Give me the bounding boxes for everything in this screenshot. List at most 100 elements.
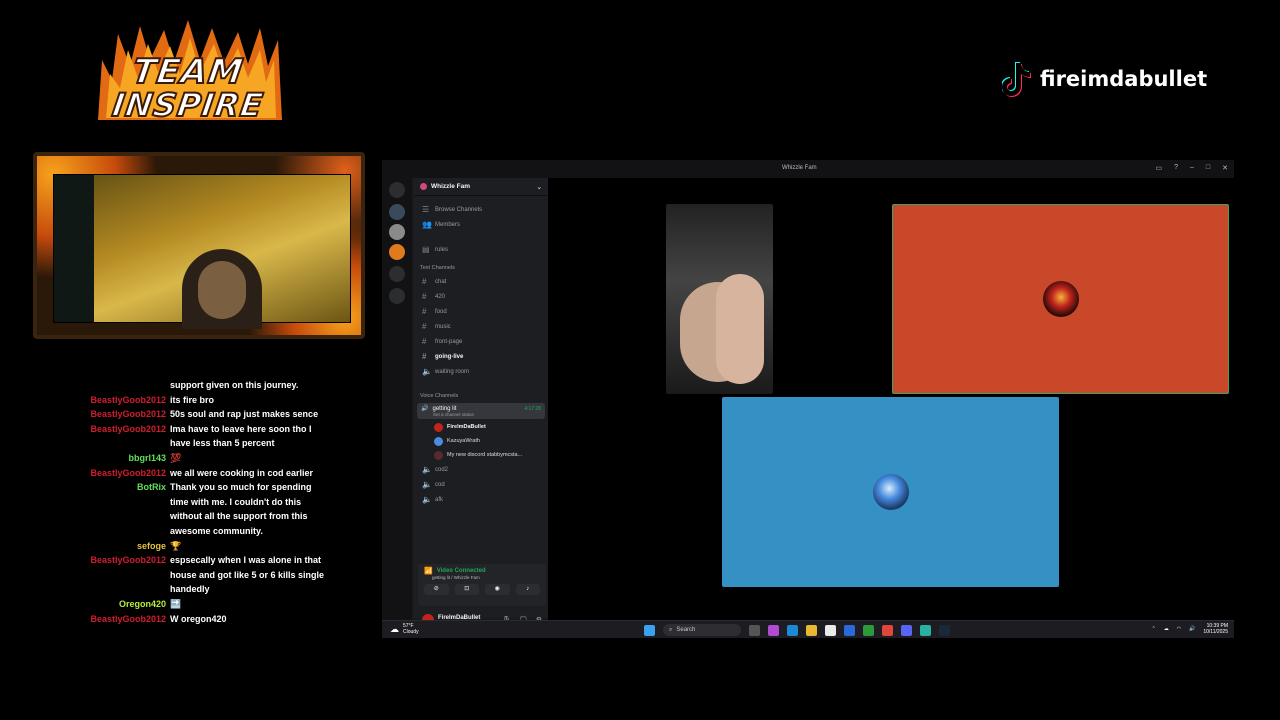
chat-username[interactable]: BeastlyGoob2012: [60, 466, 170, 481]
channel-waiting-room[interactable]: 🔈 waiting room: [414, 364, 548, 379]
channel-sidebar: Whizzle Fam ⌄ ☰ Browse Channels 👥 Members …: [414, 178, 548, 626]
add-server-icon[interactable]: [389, 266, 405, 282]
video-tile-fireimdabullet[interactable]: [892, 204, 1229, 394]
channel-front-page[interactable]: # front-page: [414, 334, 548, 349]
close-button[interactable]: ✕: [1222, 164, 1228, 172]
chat-message: Oregon420 🔜: [60, 597, 340, 612]
avatar: [1042, 281, 1079, 317]
avatar: [434, 450, 443, 460]
chat-message: BeastlyGoob2012 its fire bro: [60, 393, 340, 408]
inbox-icon[interactable]: ▭: [1155, 164, 1162, 172]
avatar: [434, 436, 443, 446]
channel-cod2[interactable]: 🔈 cod2: [414, 462, 548, 477]
chrome-icon[interactable]: [882, 624, 893, 636]
speaker-icon: 🔈: [422, 480, 432, 489]
chat-username[interactable]: bbgrl143: [60, 451, 170, 466]
task-view-icon[interactable]: [749, 624, 760, 636]
streamer-face: [198, 261, 246, 319]
channel-afk[interactable]: 🔈 afk: [414, 492, 548, 507]
chat-message: BotRix Thank you so much for spending tim…: [60, 480, 340, 538]
file-explorer-icon[interactable]: [806, 624, 817, 636]
video-tile-kazuyawrath[interactable]: [722, 397, 1059, 587]
voice-user[interactable]: My new discord stabbymcsta...: [414, 448, 548, 462]
stream-chat: support given on this journey. BeastlyGoo…: [60, 378, 340, 626]
voice-user[interactable]: KazuyaWrath: [414, 434, 548, 448]
speaker-icon: 🔊: [421, 406, 429, 412]
help-icon[interactable]: ?: [1174, 164, 1178, 172]
app-icon[interactable]: [768, 624, 779, 636]
chat-username[interactable]: BeastlyGoob2012: [60, 553, 170, 597]
members[interactable]: 👥 Members: [414, 217, 548, 232]
maximize-button[interactable]: □: [1206, 164, 1210, 172]
windows-taskbar: ☁ 57°F Cloudy ⌕ Search ⌃ ☁ ◠ 🔊 10:39 PM 10/…: [382, 620, 1234, 638]
members-icon: 👥: [422, 220, 432, 229]
store-icon[interactable]: [825, 624, 836, 636]
server-icon-2[interactable]: [389, 224, 405, 240]
outlook-icon[interactable]: [844, 624, 855, 636]
wifi-icon[interactable]: ◠: [1177, 626, 1181, 632]
chat-username[interactable]: BeastlyGoob2012: [60, 407, 170, 422]
chat-text: we all were cooking in cod earlier: [170, 467, 314, 478]
webcam-feed: [53, 174, 351, 329]
hash-icon: #: [422, 352, 427, 361]
chat-text: its fire bro: [170, 394, 215, 405]
chat-username[interactable]: [60, 378, 170, 393]
chat-text: 💯: [170, 452, 182, 463]
channel-rules[interactable]: ▤ rules: [414, 242, 548, 257]
server-icon-3[interactable]: [389, 244, 405, 260]
channel-cod[interactable]: 🔈 cod: [414, 477, 548, 492]
discover-icon[interactable]: [389, 288, 405, 304]
list-icon: ☰: [422, 205, 430, 214]
xbox-icon[interactable]: [863, 624, 874, 636]
chat-username[interactable]: BeastlyGoob2012: [60, 393, 170, 408]
chat-message: BeastlyGoob2012 Ima have to leave here so…: [60, 422, 340, 451]
minimize-button[interactable]: –: [1190, 164, 1194, 172]
video-tile-camera[interactable]: [666, 204, 773, 394]
voice-channel-getting-lit[interactable]: 🔊 getting lit 4:17:28 Set a channel status: [417, 403, 545, 419]
search-icon: ⌕: [669, 626, 673, 633]
server-icon-1[interactable]: [389, 204, 405, 220]
browse-channels[interactable]: ☰ Browse Channels: [414, 202, 548, 217]
voice-channels-category[interactable]: Voice Channels: [414, 390, 548, 402]
chat-username[interactable]: BotRix: [60, 480, 170, 538]
volume-icon[interactable]: 🔊: [1189, 626, 1195, 632]
channel-food[interactable]: # food: [414, 304, 548, 319]
voice-user[interactable]: FireImDaBullet: [414, 420, 548, 434]
chat-username[interactable]: BeastlyGoob2012: [60, 612, 170, 627]
server-badge-icon: [420, 183, 427, 190]
system-tray: ⌃ ☁ ◠ 🔊 10:39 PM 10/11/2025: [1152, 623, 1228, 635]
chat-text: W oregon420: [170, 613, 227, 624]
channel-music[interactable]: # music: [414, 319, 548, 334]
camera-off-button[interactable]: ⊘: [424, 584, 449, 595]
edge-icon[interactable]: [787, 624, 798, 636]
onedrive-icon[interactable]: ☁: [1164, 626, 1169, 632]
taskbar-search[interactable]: ⌕ Search: [663, 624, 741, 636]
channel-going-live[interactable]: # going-live: [414, 349, 548, 364]
soundboard-button[interactable]: ♪: [515, 584, 540, 595]
chat-text: Ima have to leave here soon tho I have l…: [170, 423, 312, 449]
chat-username[interactable]: sefoge: [60, 539, 170, 554]
voice-connection-panel: 📶 Video Connected getting lit / Whizzle …: [418, 564, 546, 606]
tiktok-username: fireimdabullet: [1040, 67, 1208, 91]
windows-start-icon[interactable]: [644, 624, 655, 636]
chat-text: 🔜: [170, 598, 182, 609]
text-channels-category[interactable]: Text Channels: [414, 262, 548, 274]
steam-icon[interactable]: [939, 624, 950, 636]
discord-icon[interactable]: [901, 624, 912, 636]
window-titlebar: Whizzle Fam ▭ ? – □ ✕: [382, 160, 1234, 178]
weather-widget[interactable]: ☁ 57°F Cloudy: [390, 623, 419, 635]
app-icon[interactable]: [920, 624, 931, 636]
server-header[interactable]: Whizzle Fam ⌄: [414, 178, 548, 196]
chat-message: BeastlyGoob2012 50s soul and rap just mak…: [60, 407, 340, 422]
avatar: [872, 474, 909, 510]
taskbar-clock[interactable]: 10:39 PM 10/11/2025: [1203, 623, 1228, 635]
signal-icon: 📶: [424, 568, 433, 575]
discord-home-icon[interactable]: [389, 182, 405, 198]
chat-username[interactable]: BeastlyGoob2012: [60, 422, 170, 451]
channel-420[interactable]: #420: [414, 289, 548, 304]
channel-chat[interactable]: # chat: [414, 274, 548, 289]
chat-username[interactable]: Oregon420: [60, 597, 170, 612]
activity-button[interactable]: ◉: [485, 584, 510, 595]
screen-share-button[interactable]: ⊡: [454, 584, 479, 595]
chevron-up-icon[interactable]: ⌃: [1152, 626, 1156, 632]
